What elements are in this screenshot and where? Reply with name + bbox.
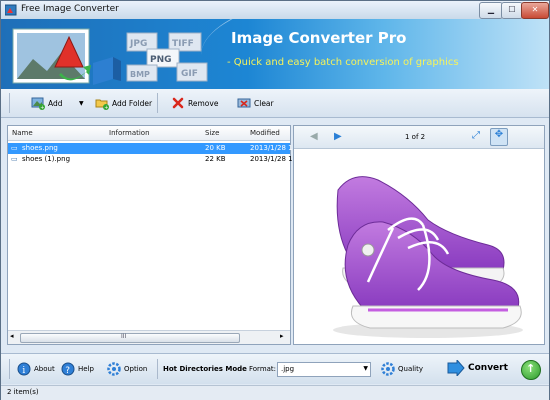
header-banner: JPG TIFF PNG BMP GIF Image Converter Pro…: [1, 19, 549, 89]
bottom-toolbar: i About ? Help Option Hot Directories Mo…: [1, 353, 549, 384]
column-header-size[interactable]: Size: [205, 129, 219, 137]
toolbar-separator: [157, 359, 158, 379]
title-bar: Free Image Converter ▁ ☐ ✕: [1, 1, 549, 19]
page-indicator: 1 of 2: [405, 133, 426, 141]
quality-gear-icon: [381, 362, 395, 376]
badge-png: PNG: [150, 55, 172, 65]
format-select-value: .jpg: [281, 365, 295, 373]
close-button[interactable]: ✕: [521, 2, 549, 19]
minimize-icon: ▁: [487, 5, 495, 14]
app-icon: [5, 4, 17, 16]
file-size: 20 KB: [205, 144, 226, 152]
add-button-label: Add: [48, 98, 63, 108]
start-button[interactable]: ↑: [521, 360, 541, 380]
svg-text:+: +: [40, 105, 44, 110]
window-title: Free Image Converter: [21, 4, 119, 14]
add-folder-button[interactable]: + Add Folder: [95, 95, 152, 111]
help-button-label: Help: [78, 365, 94, 373]
add-image-icon: +: [31, 97, 45, 110]
about-button[interactable]: i About: [17, 362, 55, 376]
add-dropdown-button[interactable]: ▼: [79, 95, 84, 111]
banner-subtitle: - Quick and easy batch conversion of gra…: [227, 57, 459, 68]
format-label: Format:: [249, 365, 277, 373]
toolbar-separator: [9, 359, 10, 379]
item-count: 2 item(s): [7, 388, 39, 396]
convert-button[interactable]: Convert: [447, 360, 508, 376]
info-icon: i: [17, 362, 31, 376]
actual-size-icon[interactable]: ✥: [490, 128, 508, 146]
column-header-name[interactable]: Name: [12, 129, 33, 137]
badge-tiff: TIFF: [172, 39, 194, 49]
chevron-down-icon: ▼: [79, 99, 84, 107]
about-button-label: About: [34, 365, 55, 373]
add-button[interactable]: + Add: [31, 95, 63, 111]
badge-bmp: BMP: [130, 70, 150, 79]
gear-icon: [107, 362, 121, 376]
file-row[interactable]: ▭ shoes.png 20 KB 2013/1/28 1!: [8, 143, 295, 154]
hot-directories-mode-button[interactable]: Hot Directories Mode: [163, 365, 247, 373]
option-button-label: Option: [124, 365, 148, 373]
toolbar-separator: [157, 93, 158, 113]
horizontal-scrollbar[interactable]: ◂ III ▸: [8, 330, 290, 344]
scroll-grip: III: [121, 333, 127, 340]
format-select[interactable]: .jpg ▼: [277, 362, 371, 377]
help-button[interactable]: ? Help: [61, 362, 94, 376]
file-icon: ▭: [11, 155, 18, 163]
file-list[interactable]: Name Information Size Modified ▭ shoes.p…: [7, 125, 295, 345]
svg-text:+: +: [104, 105, 108, 110]
column-header-modified[interactable]: Modified: [250, 129, 280, 137]
toolbar-separator: [9, 93, 10, 113]
arrow-up-icon: ↑: [526, 362, 536, 375]
preview-pane: ◀ ▶ 1 of 2 ⤢ ✥: [293, 125, 545, 345]
previous-icon[interactable]: ◀: [310, 131, 318, 142]
option-button[interactable]: Option: [107, 362, 147, 376]
file-row[interactable]: ▭ shoes (1).png 22 KB 2013/1/28 1!: [8, 154, 295, 165]
remove-icon: [172, 97, 184, 109]
convert-arrow-icon: [447, 360, 465, 376]
minimize-button[interactable]: ▁: [479, 2, 503, 19]
format-badges: JPG TIFF PNG BMP GIF: [126, 32, 208, 82]
maximize-button[interactable]: ☐: [501, 2, 523, 19]
maximize-icon: ☐: [508, 5, 516, 14]
badge-jpg: JPG: [129, 39, 147, 49]
clear-button-label: Clear: [254, 98, 274, 108]
svg-text:?: ?: [65, 366, 70, 376]
clear-button[interactable]: Clear: [237, 95, 274, 111]
file-modified: 2013/1/28 1!: [250, 155, 296, 163]
add-folder-button-label: Add Folder: [112, 98, 153, 108]
file-icon: ▭: [11, 144, 18, 152]
add-folder-icon: +: [95, 99, 109, 110]
preview-toolbar: ◀ ▶ 1 of 2 ⤢ ✥: [294, 126, 544, 149]
quality-button[interactable]: Quality: [381, 362, 423, 376]
scrollbar-thumb[interactable]: III: [20, 333, 240, 343]
scroll-left-icon[interactable]: ◂: [10, 332, 14, 340]
file-list-header: Name Information Size Modified: [8, 126, 290, 141]
next-icon[interactable]: ▶: [334, 131, 342, 142]
banner-title: Image Converter Pro: [231, 29, 407, 47]
file-name: shoes (1).png: [22, 155, 71, 163]
column-header-information[interactable]: Information: [109, 129, 150, 137]
file-name: shoes.png: [22, 144, 58, 152]
help-icon: ?: [61, 362, 75, 376]
file-size: 22 KB: [205, 155, 226, 163]
close-icon: ✕: [531, 5, 539, 14]
badge-gif: GIF: [181, 69, 198, 79]
status-bar: 2 item(s): [1, 385, 549, 400]
shoes-preview-image: [333, 176, 523, 338]
svg-text:i: i: [22, 366, 25, 376]
clear-icon: [237, 98, 251, 108]
remove-button-label: Remove: [188, 98, 219, 108]
chevron-down-icon: ▼: [363, 365, 368, 372]
app-window: Free Image Converter ▁ ☐ ✕ JPG TIFF PNG …: [0, 0, 550, 400]
remove-button[interactable]: Remove: [171, 95, 218, 111]
scroll-right-icon[interactable]: ▸: [280, 332, 284, 340]
file-modified: 2013/1/28 1!: [250, 144, 296, 152]
main-toolbar: + Add ▼ + Add Folder Remove Clear: [1, 89, 549, 118]
image-preview: [298, 150, 540, 342]
quality-button-label: Quality: [398, 365, 424, 373]
fit-to-window-icon[interactable]: ⤢: [472, 130, 480, 141]
banner-logo-artwork: JPG TIFF PNG BMP GIF: [12, 28, 208, 85]
convert-button-label: Convert: [468, 363, 508, 373]
